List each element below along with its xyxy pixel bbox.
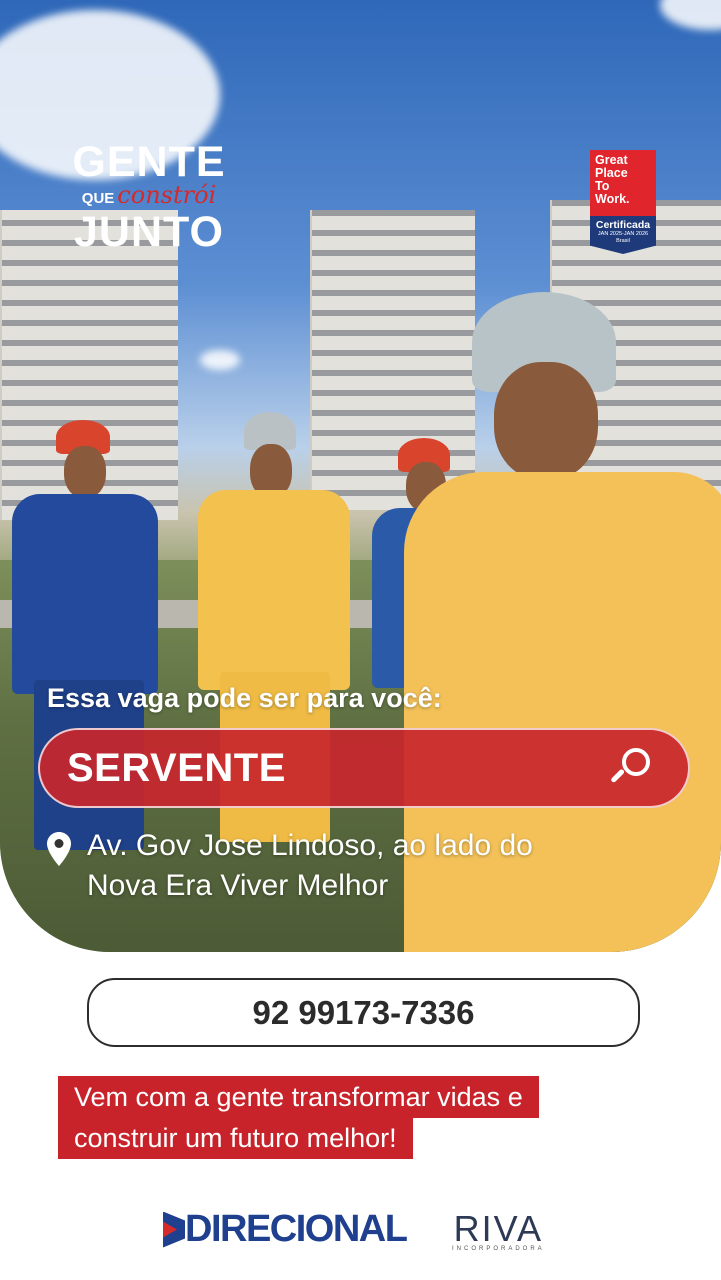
job-title-bar[interactable]: SERVENTE: [38, 728, 690, 808]
direcional-flag-icon: [163, 1211, 185, 1248]
slogan: Vem com a gente transformar vidas e cons…: [58, 1076, 638, 1159]
location-pin-icon: [47, 832, 71, 866]
vacancy-intro: Essa vaga pode ser para você:: [47, 683, 442, 713]
phone-contact[interactable]: 92 99173-7336: [87, 978, 640, 1047]
job-location: Av. Gov Jose Lindoso, ao lado do Nova Er…: [47, 826, 533, 906]
slogan-line-1: Vem com a gente transformar vidas e: [58, 1076, 539, 1118]
logo-line-gente: GENTE: [72, 138, 226, 186]
direcional-logo: DIRECIONAL: [163, 1208, 408, 1251]
badge-certified: Certificada: [595, 219, 651, 231]
gptw-badge: Great Place To Work. Certificada JAN 202…: [590, 150, 656, 254]
phone-number[interactable]: 92 99173-7336: [252, 994, 474, 1032]
cloud: [660, 0, 721, 30]
riva-logo: RIVA INCORPORADORA: [452, 1208, 545, 1253]
building: [310, 210, 475, 510]
logo-line-junto: JUNTO: [74, 208, 224, 256]
riva-wordmark: RIVA: [453, 1208, 544, 1249]
direcional-wordmark: DIRECIONAL: [185, 1208, 408, 1250]
slogan-line-2: construir um futuro melhor!: [58, 1117, 413, 1159]
badge-text: Work.: [595, 192, 630, 206]
logo-constroi: constrói: [117, 181, 217, 209]
cloud: [200, 350, 240, 370]
logo-que: QUE: [81, 190, 115, 207]
location-line-2: Nova Era Viver Melhor: [87, 869, 389, 902]
job-title: SERVENTE: [67, 745, 286, 790]
location-line-1: Av. Gov Jose Lindoso, ao lado do: [87, 829, 533, 862]
campaign-logo: GENTE QUE constrói JUNTO: [66, 140, 232, 254]
badge-period: JAN 2025-JAN 2026: [597, 231, 649, 237]
riva-subtitle: INCORPORADORA: [452, 1246, 545, 1252]
badge-country: Brasil: [616, 238, 630, 244]
search-icon[interactable]: [608, 746, 652, 790]
